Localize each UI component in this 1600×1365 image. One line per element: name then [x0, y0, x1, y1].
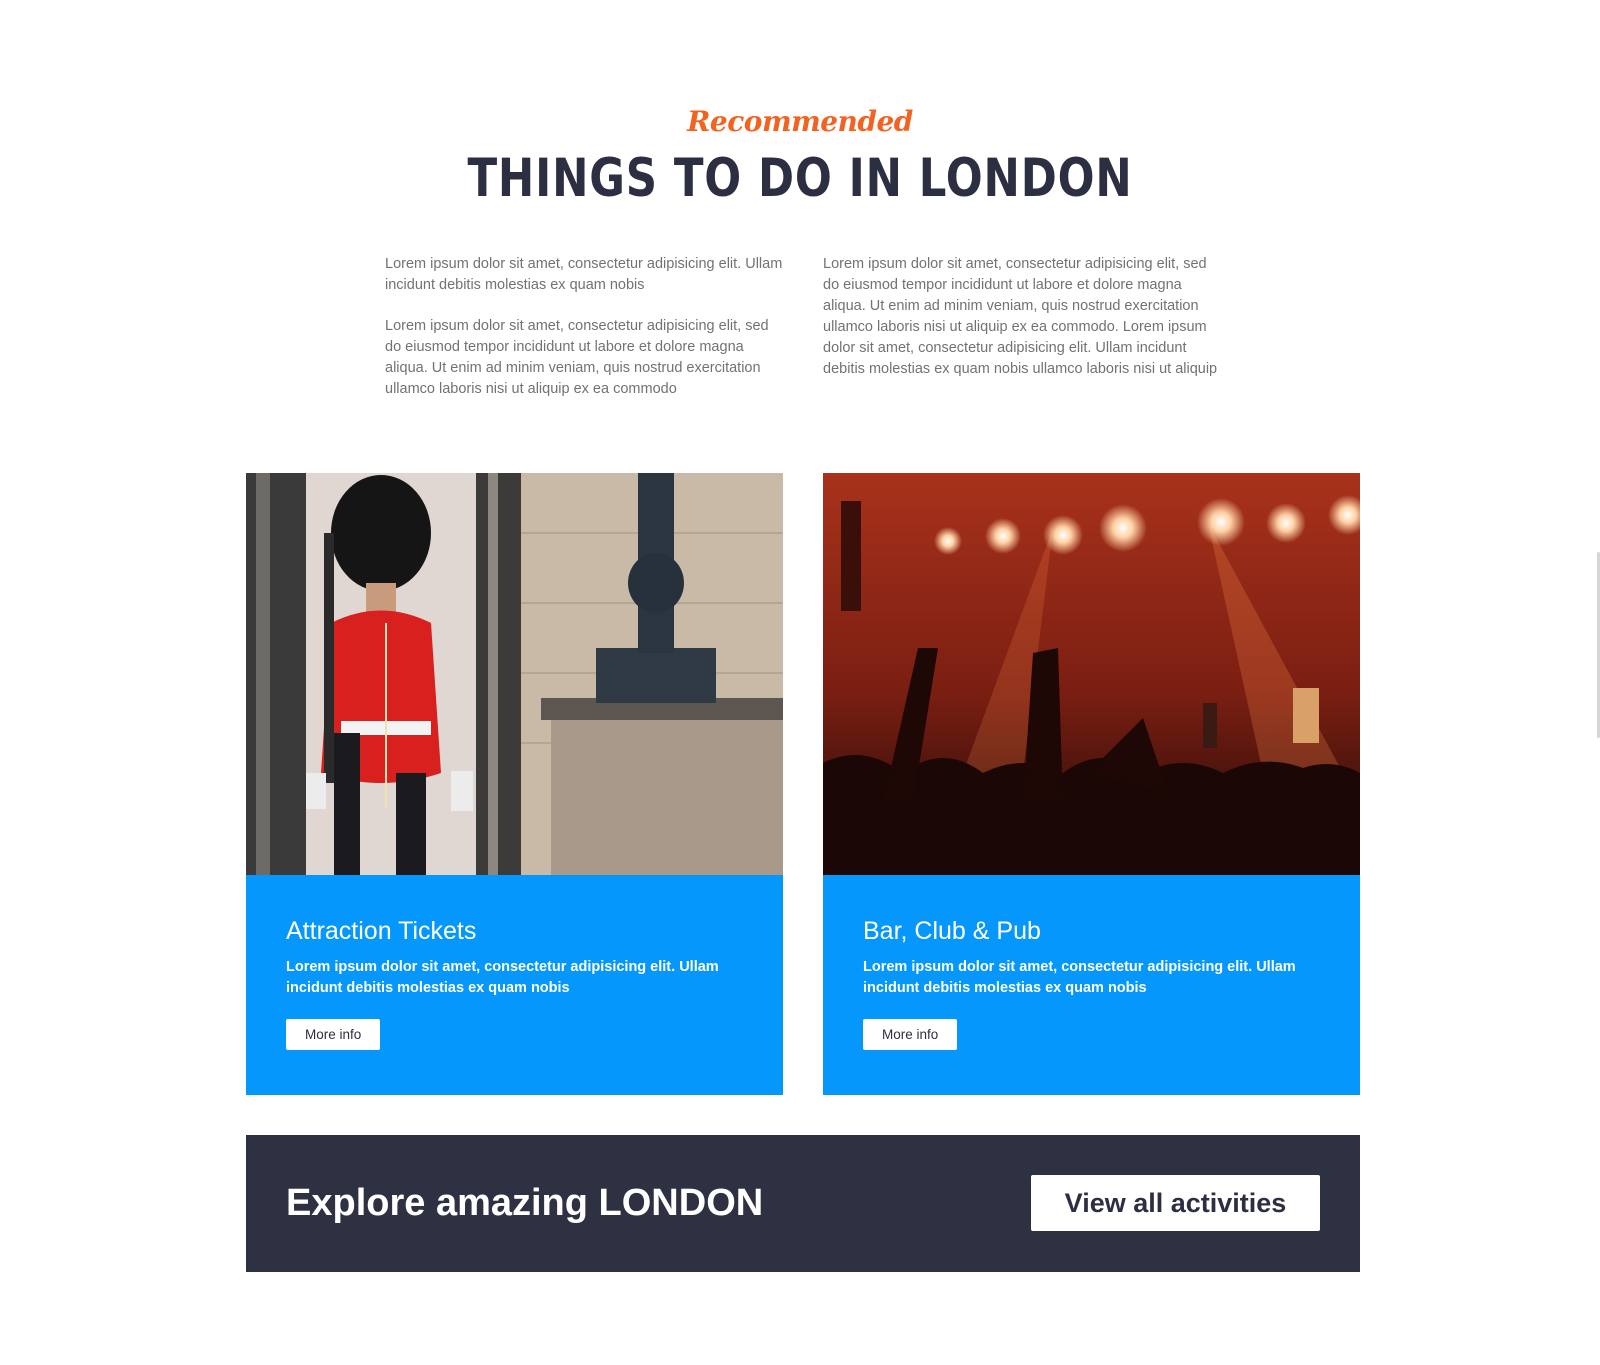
intro-paragraph: Lorem ipsum dolor sit amet, consectetur …	[385, 318, 769, 397]
intro-paragraph: Lorem ipsum dolor sit amet, consectetur …	[385, 256, 783, 293]
card-attraction-tickets[interactable]: Attraction Tickets Lorem ipsum dolor sit…	[246, 473, 783, 1095]
view-all-activities-button[interactable]: View all activities	[1031, 1175, 1320, 1231]
guard-photo	[246, 473, 783, 875]
more-info-button[interactable]: More info	[863, 1019, 958, 1050]
concert-photo	[823, 473, 1360, 875]
card-description: Lorem ipsum dolor sit amet, consectetur …	[863, 959, 1296, 996]
intro-column-left: Lorem ipsum dolor sit amet, consectetur …	[385, 254, 785, 420]
card-bar-club-pub[interactable]: Bar, Club & Pub Lorem ipsum dolor sit am…	[823, 473, 1360, 1095]
card-title: Attraction Tickets	[286, 917, 477, 945]
intro-paragraph: Lorem ipsum dolor sit amet, consectetur …	[823, 256, 1218, 377]
card-description: Lorem ipsum dolor sit amet, consectetur …	[286, 959, 719, 996]
card-body: Attraction Tickets Lorem ipsum dolor sit…	[246, 875, 783, 1095]
more-info-button[interactable]: More info	[286, 1019, 381, 1050]
section-header: Recommended THINGS TO DO IN LONDON	[0, 96, 1600, 210]
explore-banner: Explore amazing LONDON View all activiti…	[246, 1135, 1360, 1272]
intro-column-right: Lorem ipsum dolor sit amet, consectetur …	[823, 254, 1223, 400]
section-eyebrow: Recommended	[687, 105, 913, 138]
explore-heading: Explore amazing LONDON	[286, 1182, 764, 1224]
page-title: THINGS TO DO IN LONDON	[467, 148, 1133, 209]
card-title: Bar, Club & Pub	[863, 917, 1041, 945]
card-body: Bar, Club & Pub Lorem ipsum dolor sit am…	[823, 875, 1360, 1095]
